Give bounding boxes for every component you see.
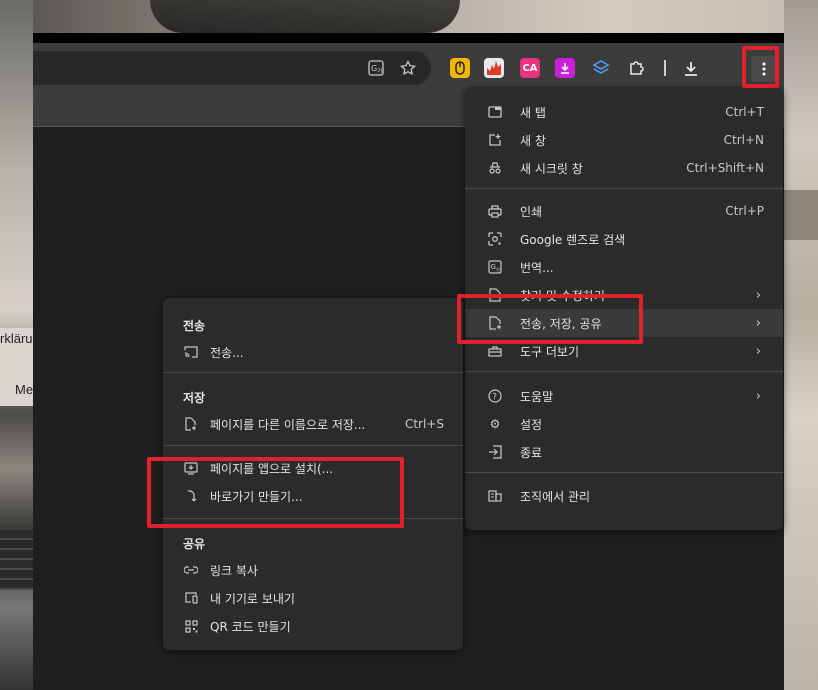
ext-ca-label: CA <box>522 62 538 74</box>
incognito-icon <box>487 160 503 176</box>
menu-more-tools-label: 도구 더보기 <box>520 344 580 359</box>
chevron-right-icon: › <box>755 287 761 303</box>
print-icon <box>487 203 503 219</box>
menu-help-label: 도움말 <box>520 389 554 404</box>
chevron-right-icon: › <box>755 388 761 404</box>
menu-new-window[interactable]: 새 창 Ctrl+N <box>465 126 783 154</box>
svg-text:가: 가 <box>496 267 501 274</box>
highlight-install-shortcut <box>147 457 404 528</box>
svg-text:가: 가 <box>377 67 383 75</box>
menu-new-window-shortcut: Ctrl+N <box>723 133 764 147</box>
translate-menu-icon: G가 <box>487 259 503 275</box>
menu-help[interactable]: ? 도움말 › <box>465 382 783 410</box>
menu-exit[interactable]: 종료 <box>465 438 783 466</box>
menu-new-tab-label: 새 탭 <box>520 105 546 120</box>
menu-translate[interactable]: G가 번역... <box>465 253 783 281</box>
ext-ca-icon[interactable]: CA <box>520 58 540 78</box>
ext-layers-icon[interactable] <box>591 58 611 78</box>
menu-incognito-label: 새 시크릿 창 <box>520 161 583 176</box>
submenu-qr-code-label: QR 코드 만들기 <box>210 619 291 634</box>
menu-divider <box>465 472 783 473</box>
menu-divider <box>465 371 783 372</box>
lens-icon <box>487 231 503 247</box>
translate-icon[interactable]: G가 <box>367 59 385 77</box>
menu-new-tab-shortcut: Ctrl+T <box>725 105 764 119</box>
background-top-strip <box>0 0 818 33</box>
link-icon <box>183 562 199 578</box>
menu-divider <box>465 188 783 189</box>
menu-print-shortcut: Ctrl+P <box>725 204 764 218</box>
section-header-cast: 전송 <box>183 319 206 333</box>
submenu-cast-label: 전송... <box>210 345 244 360</box>
menu-print-label: 인쇄 <box>520 204 543 219</box>
save-page-icon <box>183 416 199 432</box>
menu-google-lens-label: Google 렌즈로 검색 <box>520 232 626 247</box>
ext-yellow-icon[interactable] <box>450 58 470 78</box>
download-icon[interactable] <box>678 56 704 82</box>
highlight-cast-save-share <box>457 294 643 344</box>
toolbox-icon <box>487 343 503 359</box>
chevron-right-icon: › <box>755 315 761 331</box>
background-text-top: rkläru <box>0 331 33 346</box>
menu-settings-label: 설정 <box>520 417 543 432</box>
menu-managed-label: 조직에서 관리 <box>520 489 591 504</box>
menu-google-lens[interactable]: Google 렌즈로 검색 <box>465 225 783 253</box>
menu-managed-by-org[interactable]: 조직에서 관리 <box>465 482 783 510</box>
submenu-copy-link[interactable]: 링크 복사 <box>163 556 463 584</box>
background-right-strip <box>784 0 818 690</box>
building-icon <box>487 488 503 504</box>
submenu-save-as-shortcut: Ctrl+S <box>404 417 444 431</box>
ext-download-purple-icon[interactable] <box>555 58 575 78</box>
puzzle-icon[interactable] <box>627 58 647 78</box>
gear-icon: ⚙ <box>489 417 501 431</box>
menu-new-window-label: 새 창 <box>520 133 546 148</box>
star-icon[interactable] <box>399 59 417 77</box>
submenu-divider <box>163 445 463 446</box>
submenu-qr-code[interactable]: QR 코드 만들기 <box>163 612 463 640</box>
devices-icon <box>183 590 199 606</box>
menu-translate-label: 번역... <box>520 260 554 275</box>
submenu-divider <box>163 372 463 373</box>
menu-settings[interactable]: ⚙ 설정 <box>465 410 783 438</box>
background-text-bottom: Me <box>15 382 34 397</box>
submenu-copy-link-label: 링크 복사 <box>210 563 258 578</box>
submenu-save-as[interactable]: 페이지를 다른 이름으로 저장... Ctrl+S <box>163 410 463 438</box>
section-header-save: 저장 <box>183 391 206 405</box>
section-header-share: 공유 <box>183 537 206 551</box>
qr-code-icon <box>183 618 199 634</box>
help-icon: ? <box>487 388 503 404</box>
svg-text:?: ? <box>492 393 497 403</box>
cast-icon <box>183 344 199 360</box>
new-window-icon <box>487 132 503 148</box>
menu-exit-label: 종료 <box>520 445 543 460</box>
submenu-save-as-label: 페이지를 다른 이름으로 저장... <box>210 417 366 432</box>
toolbar-separator <box>664 60 666 76</box>
new-tab-icon <box>487 104 503 120</box>
menu-print[interactable]: 인쇄 Ctrl+P <box>465 197 783 225</box>
submenu-send-to-devices[interactable]: 내 기기로 보내기 <box>163 584 463 612</box>
submenu-send-to-devices-label: 내 기기로 보내기 <box>210 591 295 606</box>
chevron-right-icon: › <box>755 343 761 359</box>
exit-icon <box>487 444 503 460</box>
submenu-cast[interactable]: 전송... <box>163 338 463 366</box>
menu-incognito-shortcut: Ctrl+Shift+N <box>686 161 764 175</box>
menu-new-tab[interactable]: 새 탭 Ctrl+T <box>465 98 783 126</box>
ext-fire-icon[interactable] <box>484 58 504 78</box>
highlight-kebab-menu <box>742 46 779 88</box>
browser-toolbar: G가 CA <box>33 33 784 92</box>
menu-incognito[interactable]: 새 시크릿 창 Ctrl+Shift+N <box>465 154 783 182</box>
